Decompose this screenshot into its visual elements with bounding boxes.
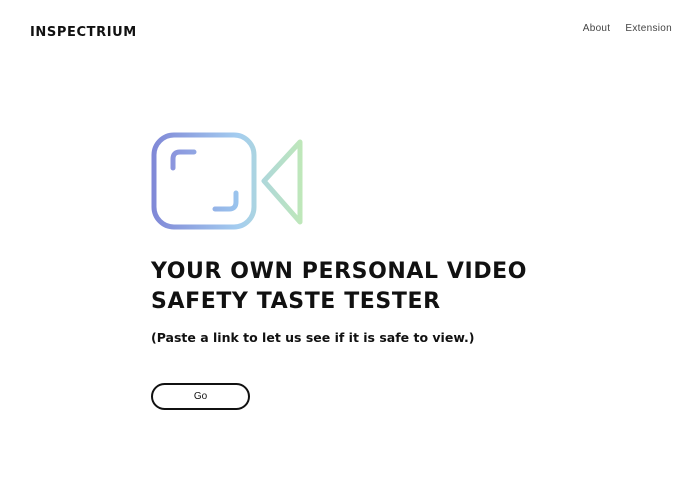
logo[interactable]: INSPECTRIUM bbox=[30, 25, 137, 40]
headline-line-1: YOUR OWN PERSONAL VIDEO bbox=[151, 259, 528, 284]
top-nav: About Extension bbox=[583, 23, 672, 34]
video-camera-icon bbox=[151, 132, 303, 230]
instruction-text: (Paste a link to let us see if it is saf… bbox=[151, 330, 475, 345]
page-title: YOUR OWN PERSONAL VIDEO SAFETY TASTE TES… bbox=[151, 257, 571, 317]
headline-line-2: SAFETY TASTE TESTER bbox=[151, 289, 441, 314]
page: INSPECTRIUM About Extension YOUR OWN PER… bbox=[0, 0, 695, 494]
nav-link-extension[interactable]: Extension bbox=[625, 23, 672, 34]
nav-link-about[interactable]: About bbox=[583, 23, 611, 34]
go-button[interactable]: Go bbox=[151, 383, 250, 410]
